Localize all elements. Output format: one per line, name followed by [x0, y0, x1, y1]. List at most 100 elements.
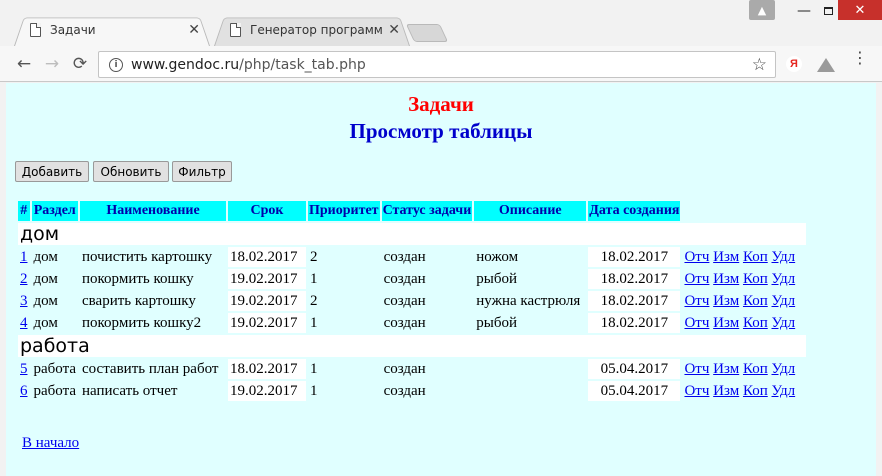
tasks-table: # Раздел Наименование Срок Приоритет Ста…: [16, 199, 808, 403]
copy-link[interactable]: Коп: [743, 383, 768, 399]
copy-link[interactable]: Коп: [743, 361, 768, 377]
delete-link[interactable]: Удл: [772, 315, 796, 331]
group-row-home: дом: [18, 223, 807, 245]
row-number-link[interactable]: 6: [20, 383, 28, 399]
edit-link[interactable]: Изм: [713, 271, 739, 287]
row-actions: Отч Изм Коп Удл: [682, 269, 806, 289]
group-title: работа: [18, 335, 807, 357]
back-arrow-icon[interactable]: ←: [12, 52, 36, 76]
table-row: 5 работа составить план работ 18.02.2017…: [18, 359, 806, 379]
bookmark-star-icon[interactable]: ☆: [752, 55, 767, 75]
delete-link[interactable]: Удл: [772, 271, 796, 287]
page-viewport: Задачи Просмотр таблицы Добавить Обновит…: [6, 83, 876, 476]
cell-due: 18.02.2017: [228, 247, 306, 267]
row-number-link[interactable]: 3: [20, 293, 28, 309]
cell-description: рыбой: [476, 314, 518, 331]
menu-icon[interactable]: ⋮: [852, 50, 868, 73]
cell-section: работа: [33, 360, 77, 377]
drive-extension-icon[interactable]: [817, 58, 835, 72]
cell-due: 19.02.2017: [228, 313, 306, 333]
address-bar[interactable]: i www.gendoc.ru/php/task_tab.php ☆: [98, 51, 776, 78]
reload-icon[interactable]: ⟳: [68, 52, 92, 76]
cell-created: 05.04.2017: [588, 359, 681, 379]
row-actions: Отч Изм Коп Удл: [682, 313, 806, 333]
edit-link[interactable]: Изм: [713, 361, 739, 377]
yandex-extension-icon[interactable]: Я: [786, 56, 802, 72]
minimize-button[interactable]: —: [790, 0, 818, 22]
cell-status: создан: [383, 292, 426, 309]
row-number-link[interactable]: 2: [20, 271, 28, 287]
cell-description: [474, 381, 586, 401]
cell-name: почистить картошку: [82, 248, 213, 265]
cell-name: написать отчет: [82, 382, 178, 399]
new-tab-button[interactable]: [405, 24, 449, 42]
row-number-link[interactable]: 1: [20, 249, 28, 265]
table-row: 3 дом сварить картошку 19.02.2017 2 созд…: [18, 291, 806, 311]
edit-link[interactable]: Изм: [713, 315, 739, 331]
cell-status: создан: [383, 382, 426, 399]
cell-name: покормить кошку2: [82, 314, 202, 331]
cell-due: 18.02.2017: [228, 359, 306, 379]
url-host: www.gendoc.ru: [131, 56, 240, 73]
delete-link[interactable]: Удл: [772, 249, 796, 265]
home-link[interactable]: В начало: [22, 435, 79, 452]
row-actions: Отч Изм Коп Удл: [682, 381, 806, 401]
col-header-status: Статус задачи: [381, 201, 473, 221]
edit-link[interactable]: Изм: [713, 383, 739, 399]
row-number-link[interactable]: 5: [20, 361, 28, 377]
delete-link[interactable]: Удл: [772, 361, 796, 377]
report-link[interactable]: Отч: [684, 315, 709, 331]
window-close-button[interactable]: ✕: [838, 0, 882, 20]
cell-priority: 1: [310, 360, 318, 377]
filter-button[interactable]: Фильтр: [172, 161, 232, 182]
user-profile-icon[interactable]: ▲: [749, 0, 775, 20]
cell-description: [474, 359, 586, 379]
report-link[interactable]: Отч: [684, 383, 709, 399]
report-link[interactable]: Отч: [684, 271, 709, 287]
cell-section: дом: [33, 270, 58, 287]
cell-priority: 1: [310, 270, 318, 287]
cell-priority: 1: [310, 382, 318, 399]
report-link[interactable]: Отч: [684, 249, 709, 265]
info-icon[interactable]: i: [109, 57, 123, 72]
cell-status: создан: [383, 314, 426, 331]
cell-due: 19.02.2017: [228, 269, 306, 289]
row-actions: Отч Изм Коп Удл: [682, 247, 806, 267]
tab-tasks[interactable]: Задачи ✕: [14, 14, 210, 46]
edit-link[interactable]: Изм: [713, 249, 739, 265]
forward-arrow-icon[interactable]: →: [40, 52, 64, 76]
cell-name: сварить картошку: [82, 292, 196, 309]
page-icon: [230, 23, 241, 37]
report-link[interactable]: Отч: [684, 293, 709, 309]
cell-created: 18.02.2017: [588, 291, 681, 311]
row-actions: Отч Изм Коп Удл: [682, 359, 806, 379]
copy-link[interactable]: Коп: [743, 249, 768, 265]
col-header-created: Дата создания: [588, 201, 681, 221]
row-number-link[interactable]: 4: [20, 315, 28, 331]
cell-section: дом: [33, 248, 58, 265]
cell-name: составить план работ: [82, 360, 219, 377]
cell-priority: 2: [310, 292, 318, 309]
maximize-button[interactable]: [818, 0, 838, 22]
report-link[interactable]: Отч: [684, 361, 709, 377]
delete-link[interactable]: Удл: [772, 383, 796, 399]
tab-close-icon[interactable]: ✕: [188, 22, 200, 38]
refresh-button[interactable]: Обновить: [93, 161, 169, 182]
copy-link[interactable]: Коп: [743, 293, 768, 309]
add-button[interactable]: Добавить: [15, 161, 89, 182]
page-subtitle: Просмотр таблицы: [349, 119, 533, 143]
table-row: 4 дом покормить кошку2 19.02.2017 1 созд…: [18, 313, 806, 333]
tab-close-icon[interactable]: ✕: [388, 22, 400, 38]
copy-link[interactable]: Коп: [743, 315, 768, 331]
edit-link[interactable]: Изм: [713, 293, 739, 309]
delete-link[interactable]: Удл: [772, 293, 796, 309]
cell-section: дом: [33, 292, 58, 309]
cell-status: создан: [383, 360, 426, 377]
col-header-priority: Приоритет: [308, 201, 380, 221]
cell-section: работа: [33, 382, 77, 399]
cell-created: 18.02.2017: [588, 269, 681, 289]
tab-title: Генератор программ: [250, 23, 383, 37]
tab-generator[interactable]: Генератор программ ✕: [214, 14, 410, 46]
table-row: 1 дом почистить картошку 18.02.2017 2 со…: [18, 247, 806, 267]
copy-link[interactable]: Коп: [743, 271, 768, 287]
